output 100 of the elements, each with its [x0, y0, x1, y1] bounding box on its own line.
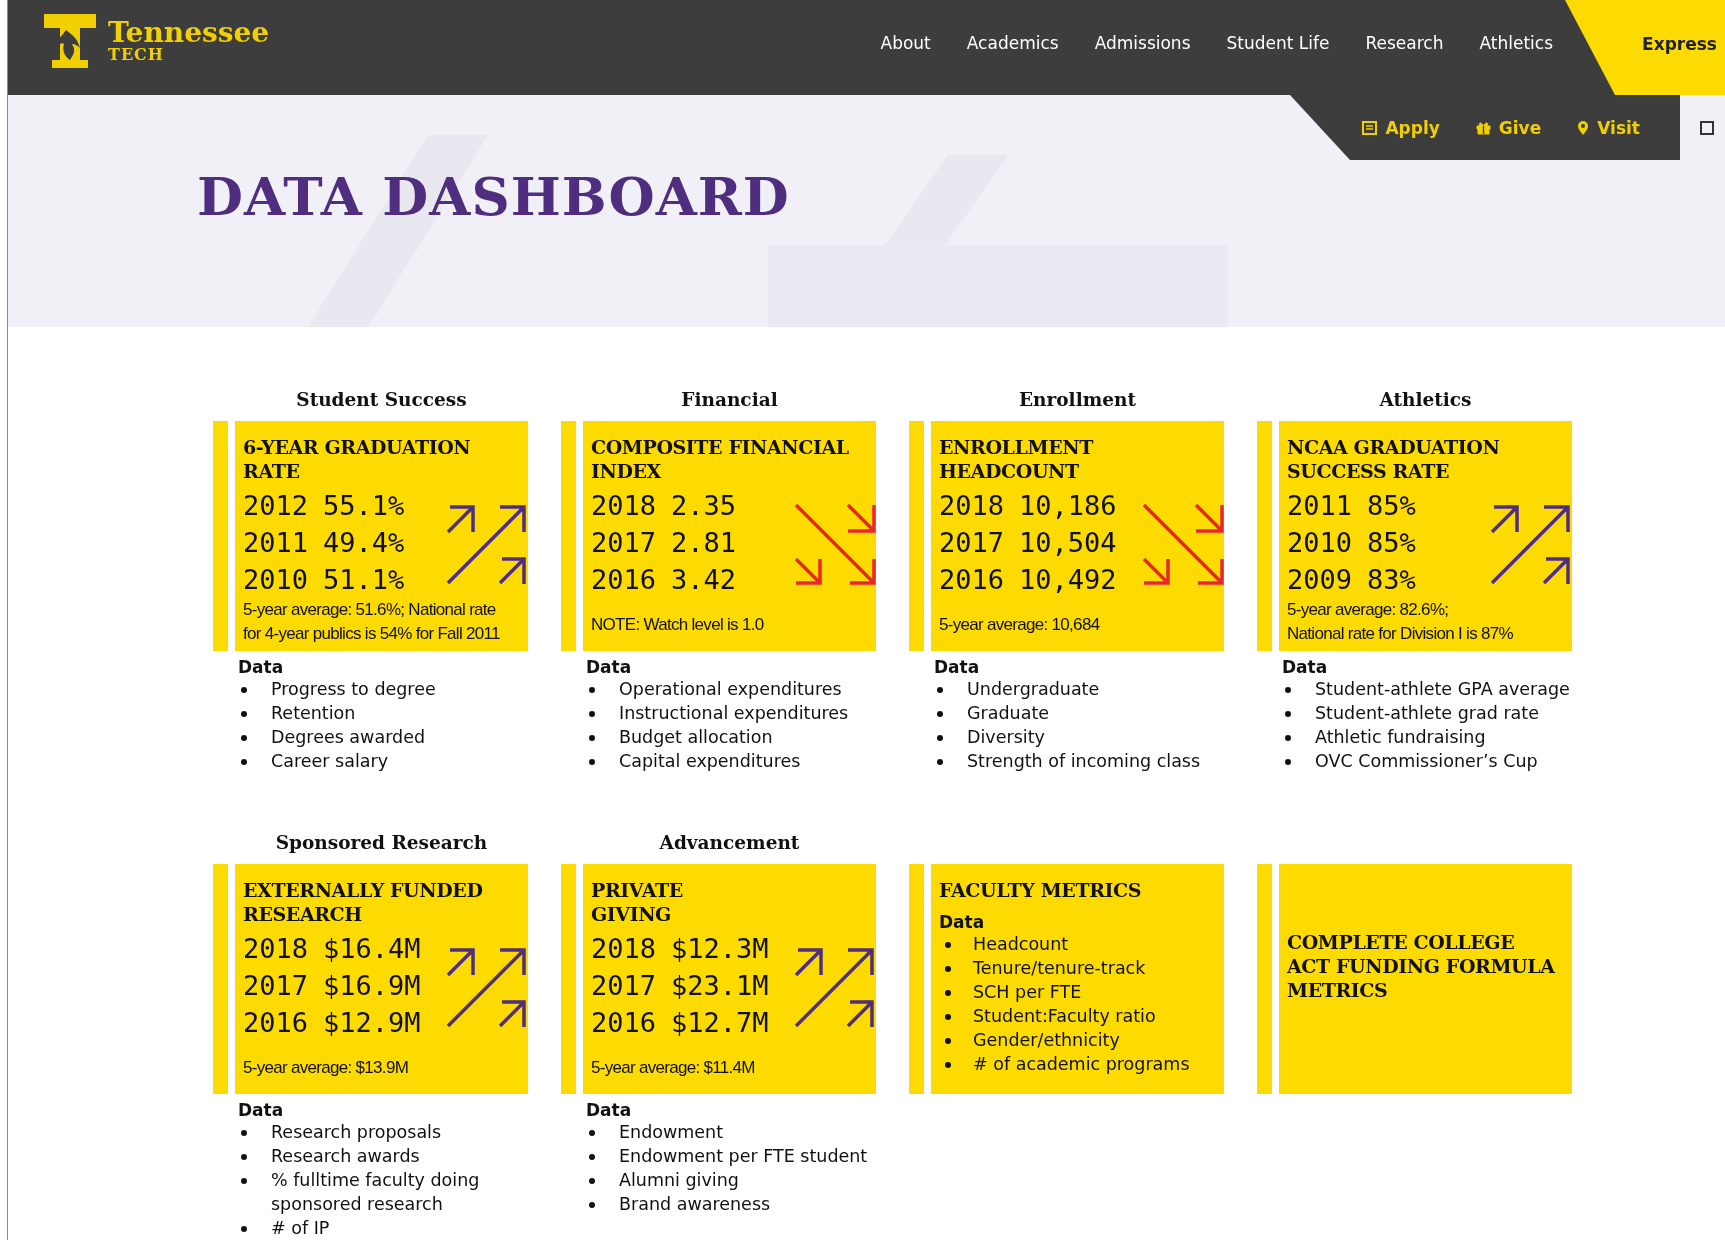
bullet-dot [589, 1202, 595, 1208]
card-title: METRICS [1287, 978, 1389, 1002]
nav-link[interactable]: Admissions [1094, 33, 1191, 53]
card-note: 5-year average: $11.4M [591, 1057, 756, 1079]
card-note: 5-year average: 82.6%; [1287, 599, 1450, 621]
bullet-dot [945, 1038, 951, 1044]
data-label: Data [586, 1100, 633, 1120]
data-item: Endowment per FTE student [619, 1145, 869, 1168]
section-heading: Financial [681, 389, 778, 410]
metric-value: 3.42 [671, 563, 737, 597]
metric-value: 10,186 [1019, 489, 1117, 523]
bullet-dot [937, 687, 943, 693]
year-label: 2016 [243, 1006, 309, 1040]
bullet-dot [937, 735, 943, 741]
metric-value: $12.3M [671, 932, 769, 966]
bullet-dot [589, 687, 595, 693]
data-item: Gender/ethnicity [973, 1029, 1120, 1052]
data-label: Data [238, 657, 285, 677]
card-title: ENROLLMENT [939, 435, 1095, 459]
express-tab[interactable]: Express [1565, 0, 1725, 95]
bullet-dot [589, 759, 595, 765]
data-item: # of academic programs [973, 1053, 1190, 1076]
bullet-dot [241, 1226, 247, 1232]
card-title: 6-YEAR GRADUATION [243, 435, 472, 459]
logo-icon [42, 12, 98, 70]
bullet-dot [241, 759, 247, 765]
logo-wordmark[interactable]: Tennessee TECH [108, 19, 270, 63]
bullet-dot [589, 711, 595, 717]
year-label: 2017 [939, 526, 1005, 560]
bullet-dot [937, 759, 943, 765]
data-item: Degrees awarded [271, 726, 426, 749]
card-title: COMPLETE COLLEGE [1287, 930, 1516, 954]
card-title: GIVING [591, 902, 672, 926]
year-label: 2011 [1287, 489, 1353, 523]
year-label: 2009 [1287, 563, 1353, 597]
section-heading: Sponsored Research [275, 832, 488, 853]
data-item: Graduate [967, 702, 1051, 725]
section-heading: Student Success [296, 389, 467, 410]
nav-link[interactable]: Academics [966, 33, 1059, 53]
metric-value: 10,492 [1019, 563, 1117, 597]
bullet-dot [1285, 711, 1291, 717]
card-title: INDEX [591, 459, 663, 483]
card-title: SUCCESS RATE [1287, 459, 1450, 483]
metric-value: 51.1% [323, 563, 405, 597]
metric-value: 2.35 [671, 489, 737, 523]
year-label: 2016 [591, 563, 657, 597]
document-icon [1362, 120, 1378, 135]
metric-value: $23.1M [671, 969, 769, 1003]
bullet-dot [241, 1154, 247, 1160]
card-title: EXTERNALLY FUNDED [243, 878, 484, 902]
card-note: 5-year average: 51.6%; National rate [243, 599, 497, 621]
card-note: 5-year average: 10,684 [939, 614, 1101, 636]
card-title: COMPOSITE FINANCIAL [591, 435, 850, 459]
year-label: 2017 [591, 969, 657, 1003]
year-label: 2017 [591, 526, 657, 560]
metric-value: $12.7M [671, 1006, 769, 1040]
card-note: NOTE: Watch level is 1.0 [591, 614, 765, 636]
bullet-dot [589, 1154, 595, 1160]
section-heading: Athletics [1379, 389, 1472, 410]
data-label: Data [1282, 657, 1329, 677]
nav-link[interactable]: About [880, 33, 931, 53]
metric-value: 85% [1367, 489, 1416, 523]
year-label: 2017 [243, 969, 309, 1003]
card-title: RATE [243, 459, 301, 483]
section-heading: Enrollment [1018, 389, 1136, 410]
metric-value: 85% [1367, 526, 1416, 560]
bullet-dot [945, 990, 951, 996]
bullet-dot [945, 966, 951, 972]
data-item: Progress to degree [271, 678, 437, 701]
data-item: Student-athlete GPA average [1315, 678, 1571, 701]
card-title: ACT FUNDING FORMULA [1287, 954, 1557, 978]
data-item: Research proposals [271, 1121, 443, 1144]
utility-link[interactable]: Visit [1577, 117, 1640, 138]
utility-link[interactable]: Apply [1362, 117, 1440, 138]
nav-link[interactable]: Student Life [1226, 33, 1330, 53]
card-title: HEADCOUNT [939, 459, 1080, 483]
year-label: 2018 [243, 932, 309, 966]
nav-link[interactable]: Research [1365, 33, 1444, 53]
year-label: 2018 [939, 489, 1005, 523]
bullet-dot [937, 711, 943, 717]
map-pin-icon [1577, 119, 1590, 136]
card-title: NCAA GRADUATION [1287, 435, 1501, 459]
bullet-dot [241, 711, 247, 717]
data-item: SCH per FTE [973, 981, 1082, 1004]
utility-link[interactable]: Give [1475, 117, 1542, 138]
metric-value: 49.4% [323, 526, 405, 560]
bullet-dot [1285, 735, 1291, 741]
bullet-dot [589, 1178, 595, 1184]
data-item: Strength of incoming class [967, 750, 1202, 773]
data-item: Athletic fundraising [1315, 726, 1487, 749]
year-label: 2016 [939, 563, 1005, 597]
bullet-dot [241, 735, 247, 741]
bullet-dot [945, 1014, 951, 1020]
year-label: 2010 [243, 563, 309, 597]
year-label: 2018 [591, 932, 657, 966]
nav-link[interactable]: Athletics [1479, 33, 1553, 53]
metric-value: 83% [1367, 563, 1416, 597]
metric-value: $16.4M [323, 932, 421, 966]
card-title: FACULTY METRICS [939, 878, 1143, 902]
data-item: # of IP [271, 1217, 331, 1240]
